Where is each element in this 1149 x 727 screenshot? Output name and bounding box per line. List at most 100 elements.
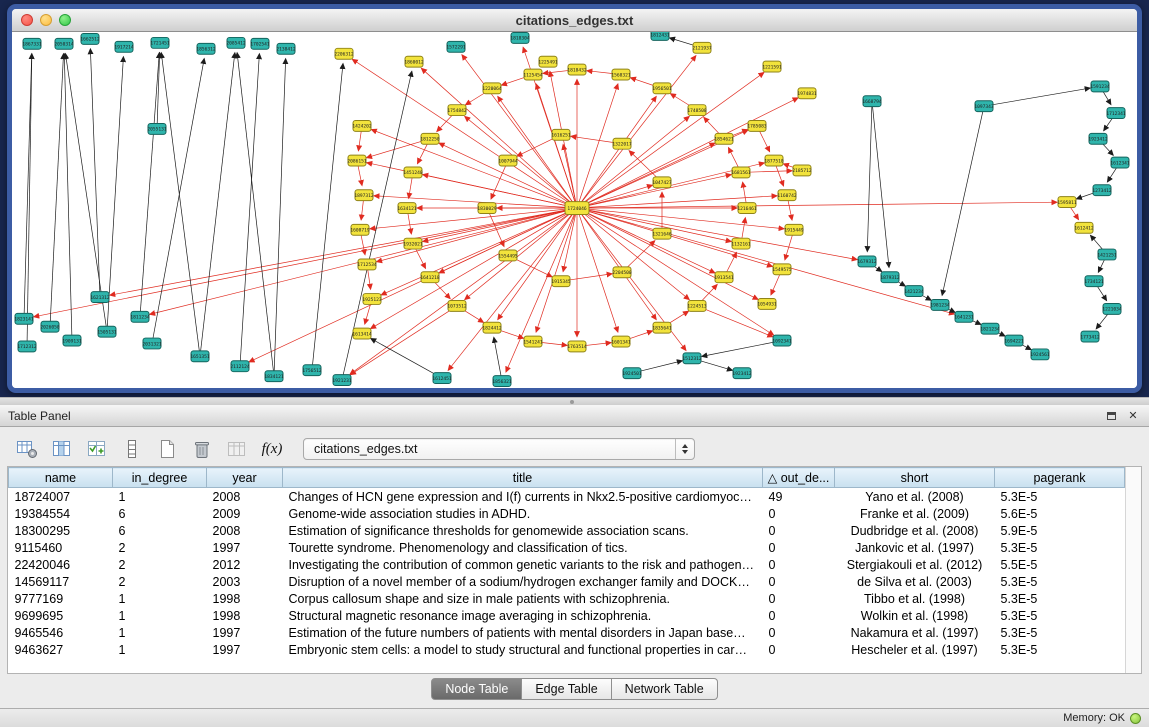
graph-node[interactable]: 1974831 [797,88,817,99]
graph-node[interactable]: 1651351 [190,351,210,362]
graph-node[interactable]: 1221034 [1102,303,1122,314]
table-cell[interactable]: 0 [763,624,835,641]
table-row[interactable]: 969969511998Structural magnetic resonanc… [9,607,1125,624]
graph-node[interactable]: 2185712 [792,165,812,176]
table-row[interactable]: 2242004622012Investigating the contribut… [9,556,1125,573]
graph-node[interactable]: 1756512 [302,365,322,376]
graph-node[interactable]: 1421234 [904,286,924,297]
table-cell[interactable]: 0 [763,641,835,658]
graph-node[interactable]: 1702541 [250,38,270,49]
graph-node[interactable]: 1549575 [772,264,792,275]
graph-node[interactable]: 1694221 [1004,335,1024,346]
graph-node[interactable]: 1321646 [652,228,672,239]
graph-node[interactable]: 2031321 [142,338,162,349]
table-cell[interactable]: 2 [113,573,207,590]
minimize-button[interactable] [40,14,52,26]
graph-node[interactable]: 1956501 [652,83,672,94]
graph-node[interactable]: 1512312 [682,353,702,364]
close-button[interactable] [21,14,33,26]
graph-node[interactable]: 1608719 [350,224,370,235]
graph-node[interactable]: 1812431 [650,32,670,40]
graph-node[interactable]: 1748508 [687,105,707,116]
table-cell[interactable]: 0 [763,607,835,624]
graph-node[interactable]: 1554495 [498,250,518,261]
table-cell[interactable]: Stergiakouli et al. (2012) [835,556,995,573]
graph-node[interactable]: 1835641 [652,322,672,333]
graph-node[interactable]: 1679312 [857,256,877,267]
table-row[interactable]: 1830029562008Estimation of significance … [9,522,1125,539]
column-header[interactable]: △ out_de... [763,468,835,488]
table-cell[interactable]: 9463627 [9,641,113,658]
table-cell[interactable]: 2008 [207,488,283,506]
table-cell[interactable]: Structural magnetic resonance image aver… [283,607,763,624]
table-select[interactable]: citations_edges.txt [303,438,695,460]
delete-table-button[interactable] [188,436,216,462]
table-cell[interactable]: 6 [113,522,207,539]
network-view[interactable]: 1724046121646116815611854621174850819565… [12,32,1137,388]
graph-node[interactable]: 1925123 [362,294,382,305]
table-cell[interactable]: 5.6E-5 [995,505,1125,522]
table-cell[interactable]: Corpus callosum shape and size in male p… [283,590,763,607]
graph-node[interactable]: 1854621 [714,133,734,144]
table-cell[interactable]: 0 [763,539,835,556]
tab-node-table[interactable]: Node Table [431,678,522,700]
table-cell[interactable]: 22420046 [9,556,113,573]
graph-node[interactable]: 1712312 [17,341,37,352]
float-panel-button[interactable] [1103,409,1119,423]
table-cell[interactable]: 5.3E-5 [995,607,1125,624]
graph-node[interactable]: 2204500 [612,267,632,278]
column-header[interactable]: in_degree [113,468,207,488]
graph-node[interactable]: 2055131 [147,123,167,134]
graph-node[interactable]: 1092341 [772,335,792,346]
table-cell[interactable]: 5.3E-5 [995,488,1125,506]
graph-node[interactable]: 1812250 [420,133,440,144]
graph-node[interactable]: 1073512 [447,300,467,311]
table-cell[interactable]: 19384554 [9,505,113,522]
table-cell[interactable]: Estimation of significance thresholds fo… [283,522,763,539]
graph-node[interactable]: 1047427 [652,177,672,188]
graph-node[interactable]: 1224513 [687,300,707,311]
table-cell[interactable]: 2008 [207,522,283,539]
new-table-button[interactable] [153,436,181,462]
graph-node[interactable]: 1923412 [1088,133,1108,144]
graph-node[interactable]: 2086151 [347,155,367,166]
graph-node[interactable]: 1924561 [1030,349,1050,360]
table-cell[interactable]: 5.3E-5 [995,539,1125,556]
graph-node[interactable]: 1613414 [352,328,372,339]
table-cell[interactable]: 1 [113,607,207,624]
table-cell[interactable]: 2 [113,556,207,573]
table-row[interactable]: 1872400712008Changes of HCN gene express… [9,488,1125,506]
graph-node[interactable]: 1867331 [22,38,42,49]
table-cell[interactable]: 1 [113,488,207,506]
graph-node[interactable]: 1616251 [551,129,571,140]
table-cell[interactable]: Genome-wide association studies in ADHD. [283,505,763,522]
graph-node[interactable]: 1568321 [611,69,631,80]
column-header[interactable]: pagerank [995,468,1125,488]
graph-node[interactable]: 1856321 [492,376,512,387]
graph-node[interactable]: 1572291 [446,41,466,52]
table-cell[interactable]: de Silva et al. (2003) [835,573,995,590]
graph-node[interactable]: 1721451 [150,37,170,48]
table-cell[interactable]: 49 [763,488,835,506]
graph-node[interactable]: 1811234 [130,311,150,322]
zoom-button[interactable] [59,14,71,26]
table-cell[interactable]: 1998 [207,607,283,624]
graph-node[interactable]: 1424202 [352,121,372,132]
graph-node[interactable]: 1773412 [1080,331,1100,342]
table-cell[interactable]: 1 [113,641,207,658]
table-row[interactable]: 946362711997Embryonic stem cells: a mode… [9,641,1125,658]
column-header[interactable]: name [9,468,113,488]
table-cell[interactable]: 0 [763,505,835,522]
graph-node[interactable]: 1909131 [62,335,82,346]
graph-node[interactable]: 2112124 [230,361,250,372]
graph-node[interactable]: 1877510 [764,155,784,166]
graph-node[interactable]: 2206312 [334,48,354,59]
table-scrollbar[interactable] [1125,467,1141,673]
table-cell[interactable]: Franke et al. (2009) [835,505,995,522]
table-cell[interactable]: Dudbridge et al. (2008) [835,522,995,539]
graph-node[interactable]: 1662512 [80,33,100,44]
graph-node[interactable]: 1913541 [714,272,734,283]
graph-node[interactable]: 2138412 [276,43,296,54]
graph-node[interactable]: 1834121 [264,371,284,382]
graph-node[interactable]: 1132161 [731,238,751,249]
